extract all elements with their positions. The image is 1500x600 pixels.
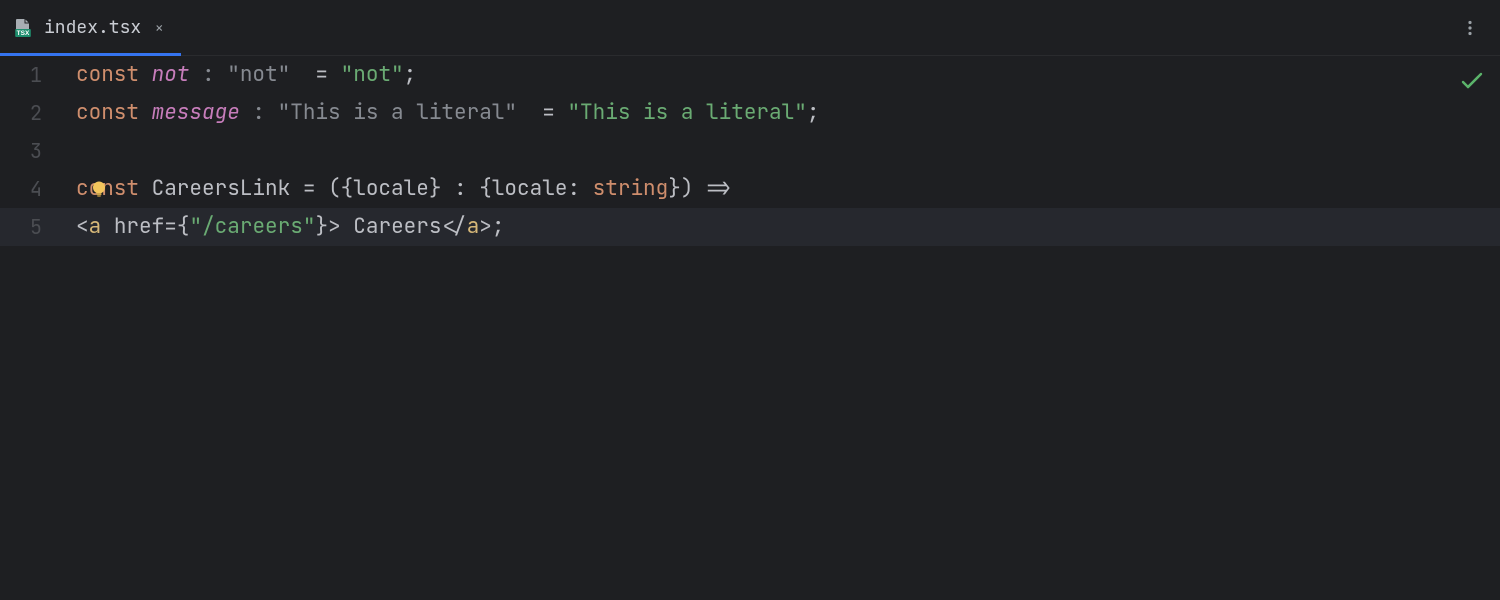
tab-close-icon[interactable]: × bbox=[151, 20, 167, 36]
code-content[interactable]: const CareersLink = ({locale} : {locale:… bbox=[64, 170, 1500, 208]
code-editor[interactable]: 1 const not : "not" = "not"; 2 const mes… bbox=[0, 56, 1500, 600]
code-content[interactable]: <a href={"/careers"}> Careers</a>; bbox=[64, 208, 1500, 246]
tab-filename: index.tsx bbox=[44, 16, 141, 39]
tab-options-button[interactable] bbox=[1454, 12, 1486, 44]
code-content[interactable]: const message : "This is a literal" = "T… bbox=[64, 94, 1500, 132]
code-line[interactable]: 2 const message : "This is a literal" = … bbox=[0, 94, 1500, 132]
code-line[interactable]: 4 const CareersLink = ({locale} : {local… bbox=[0, 170, 1500, 208]
kebab-icon bbox=[1461, 19, 1479, 37]
svg-text:TSX: TSX bbox=[17, 30, 30, 37]
code-content[interactable]: const not : "not" = "not"; bbox=[64, 56, 1500, 94]
tsx-file-icon: TSX bbox=[12, 17, 34, 39]
intention-bulb-icon[interactable] bbox=[88, 178, 110, 200]
code-line[interactable]: 3 bbox=[0, 132, 1500, 170]
tab-bar: TSX index.tsx × bbox=[0, 0, 1500, 56]
line-number: 4 bbox=[0, 170, 64, 208]
line-number: 3 bbox=[0, 132, 64, 170]
line-number: 5 bbox=[0, 208, 64, 246]
line-number: 2 bbox=[0, 94, 64, 132]
tab-index-tsx[interactable]: TSX index.tsx × bbox=[0, 0, 181, 55]
line-number: 1 bbox=[0, 56, 64, 94]
code-line[interactable]: 5 <a href={"/careers"}> Careers</a>; bbox=[0, 208, 1500, 246]
code-line[interactable]: 1 const not : "not" = "not"; bbox=[0, 56, 1500, 94]
